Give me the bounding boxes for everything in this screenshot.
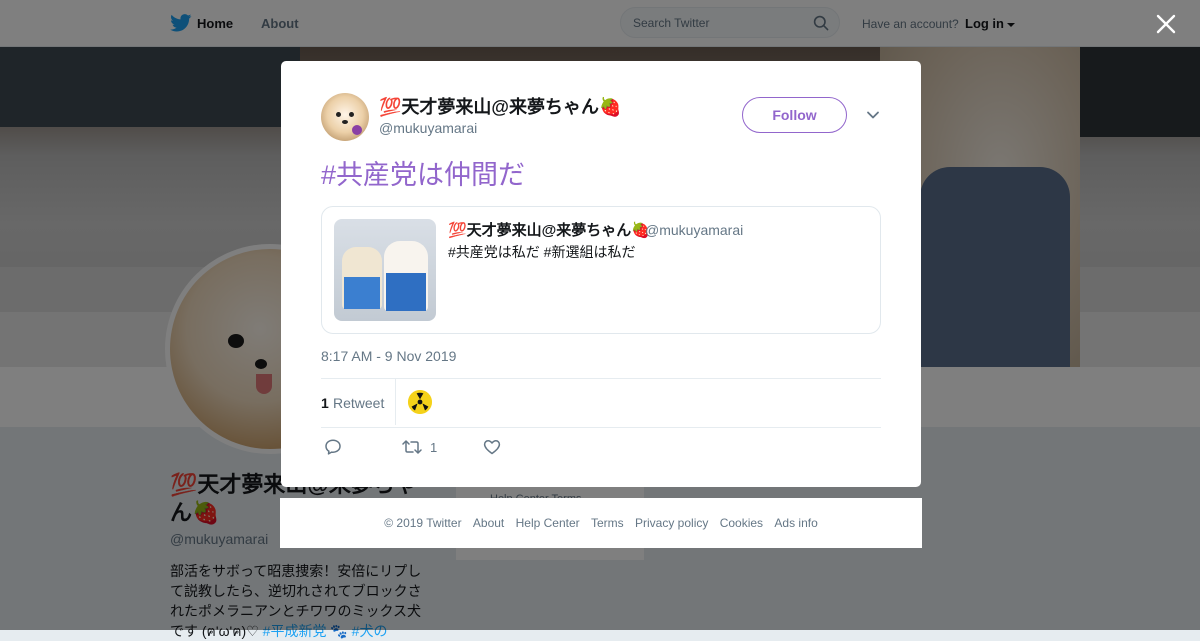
quoted-author-name: 💯天才夢来山@来夢ちゃん🍓 [448,222,650,239]
stats-divider [395,379,396,425]
close-icon[interactable] [1155,13,1177,35]
quoted-tweet-text: #共産党は私だ #新選組は私だ [448,244,636,260]
retweet-action-count: 1 [430,440,438,455]
avatar-badge [352,125,362,135]
footer-link-cookies[interactable]: Cookies [720,516,763,530]
avatar-eye [349,112,354,117]
footer-link-help-center[interactable]: Help Center [516,516,580,530]
tweet-modal: 💯天才夢来山@来夢ちゃん🍓 @mukuyamarai Follow #共産党は仲… [281,61,921,487]
modal-footer: © 2019 Twitter About Help Center Terms P… [280,498,922,548]
chevron-down-icon[interactable] [866,108,880,122]
tweet-author-avatar[interactable] [321,93,369,141]
like-icon[interactable] [483,438,501,456]
footer-link-ads-info[interactable]: Ads info [774,516,817,530]
footer-copyright: © 2019 Twitter [384,516,462,530]
tweet-stats: 1 Retweet [321,378,881,428]
reply-icon[interactable] [324,438,342,456]
quoted-tweet-image [334,219,436,321]
footer-link-about[interactable]: About [473,516,504,530]
retweet-label[interactable]: Retweet [333,395,384,411]
follow-button[interactable]: Follow [742,97,847,133]
footer-link-terms[interactable]: Terms [591,516,624,530]
avatar-eye [336,112,341,117]
tweet-author-name[interactable]: 💯天才夢来山@来夢ちゃん🍓 [379,93,621,119]
tweet-author-handle[interactable]: @mukuyamarai [379,120,477,136]
avatar-nose [342,120,348,124]
quoted-tweet-card[interactable]: 💯天才夢来山@来夢ちゃん🍓 @mukuyamarai #共産党は私だ #新選組は… [321,206,881,334]
plush-outfit [344,277,380,309]
tweet-text-hashtag[interactable]: #共産党は仲間だ [321,153,525,192]
footer-links: © 2019 Twitter About Help Center Terms P… [280,516,922,530]
tweet-timestamp: 8:17 AM - 9 Nov 2019 [321,348,457,364]
footer-link-privacy[interactable]: Privacy policy [635,516,708,530]
retweet-icon[interactable] [402,438,422,456]
retweet-count[interactable]: 1 [321,395,329,411]
tweet-actions: 1 [321,435,621,459]
quoted-author-handle: @mukuyamarai [645,222,744,238]
retweeter-avatar[interactable] [408,390,432,414]
plush-outfit [386,273,426,311]
